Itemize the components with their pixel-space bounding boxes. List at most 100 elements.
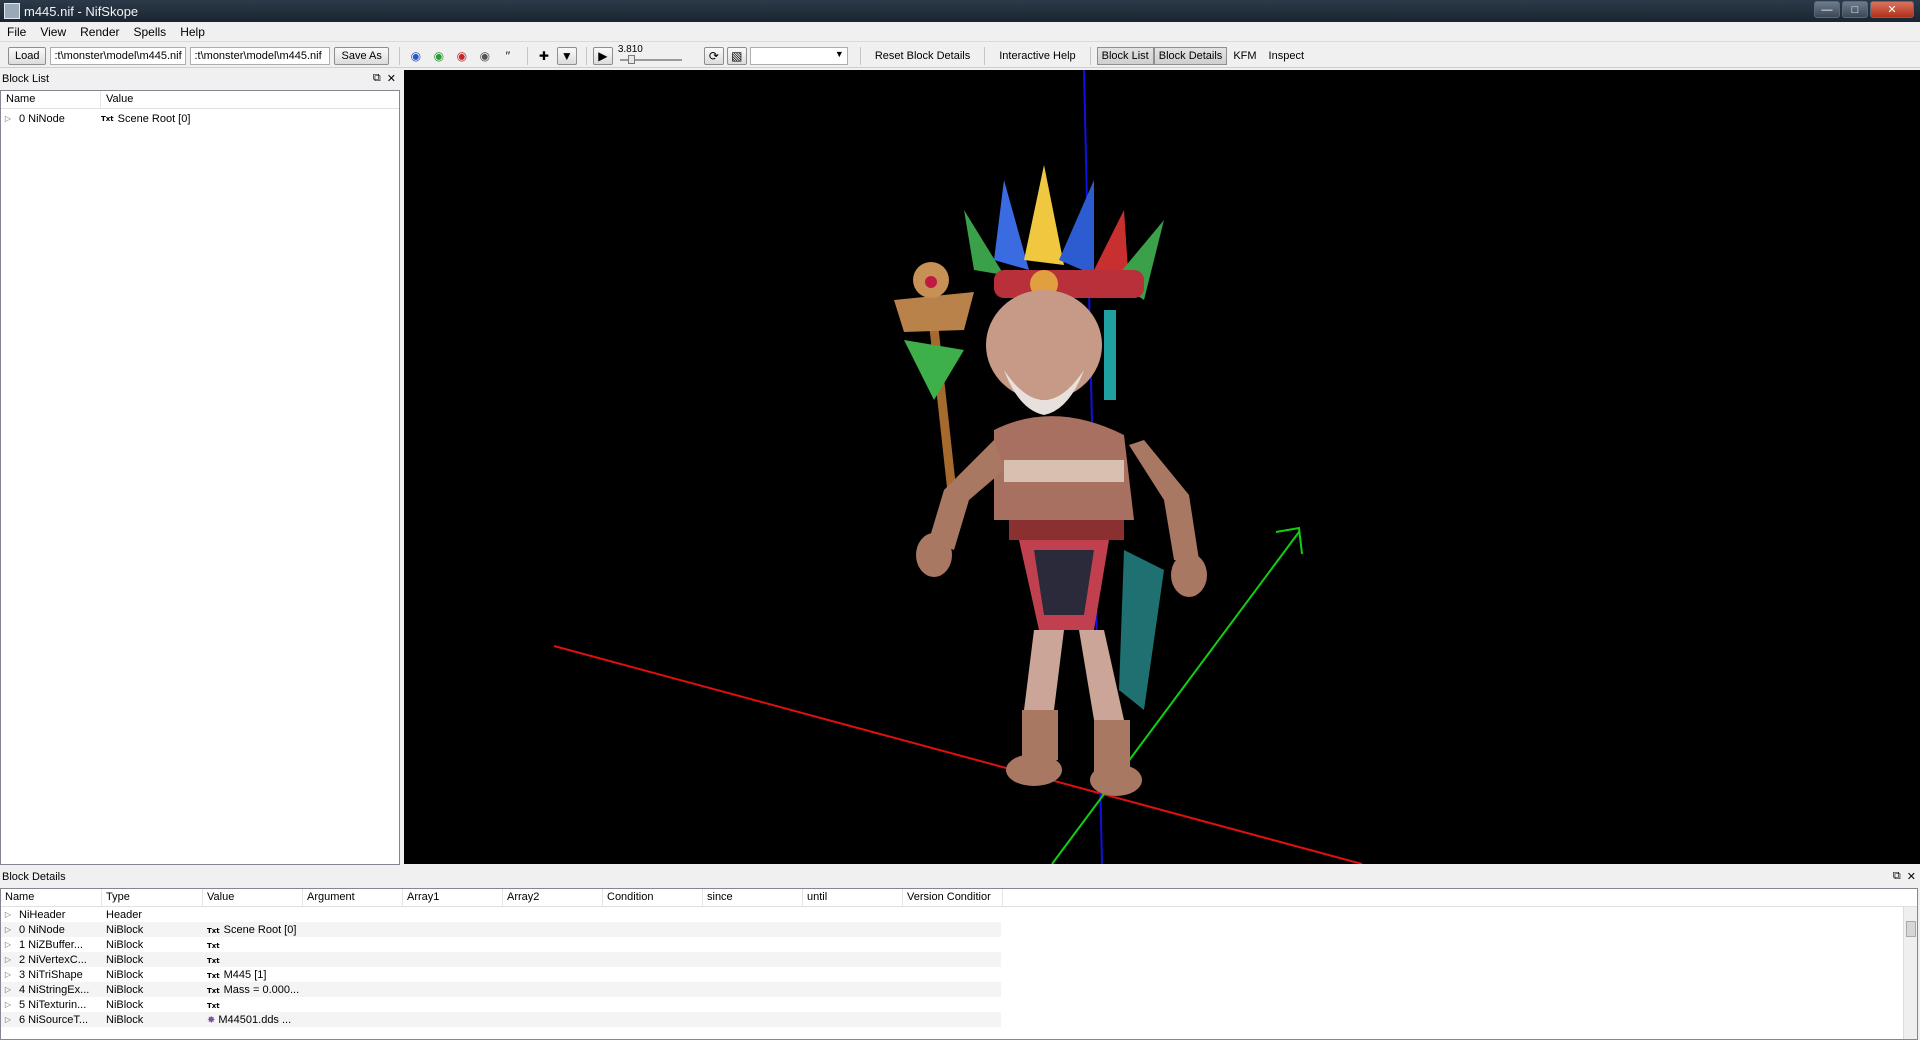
block-list-header: Name Value <box>1 91 399 109</box>
table-row[interactable]: ▷ 6 NiSourceT... NiBlock ✸ M44501.dds ... <box>1 1012 1001 1027</box>
app-icon <box>4 3 20 19</box>
minimize-button[interactable]: — <box>1814 1 1840 18</box>
animation-select[interactable]: ▼ <box>749 46 848 65</box>
block-list-tree[interactable]: Name Value ▷ 0 NiNode Txt Scene Root [0] <box>0 90 400 865</box>
close-icon[interactable]: ✕ <box>387 72 396 85</box>
vertical-scrollbar[interactable] <box>1903 907 1917 1039</box>
menu-file[interactable]: File <box>0 25 33 39</box>
toolbar-separator <box>398 46 400 65</box>
character-model <box>894 165 1207 796</box>
loop-icon[interactable]: ⟳ <box>703 46 724 65</box>
float-icon[interactable]: ⧉ <box>373 72 381 85</box>
block-details-table[interactable]: Name Type Value Argument Array1 Array2 C… <box>0 888 1918 1040</box>
block-details-rows: ▷ NiHeader Header ▷ 0 NiNode NiBlock Txt Scene … <box>1 907 1917 1027</box>
inspect-button[interactable]: Inspect <box>1263 50 1310 62</box>
table-row[interactable]: ▷ NiHeader Header <box>1 907 1001 922</box>
column-header-type[interactable]: Type <box>102 889 203 906</box>
column-header-since[interactable]: since <box>703 889 803 906</box>
txt-icon: Txt <box>207 986 220 995</box>
close-button[interactable]: ✕ <box>1870 1 1914 18</box>
save-as-button[interactable]: Save As <box>334 46 389 65</box>
block-value-cell: Txt <box>203 954 303 966</box>
column-header-array2[interactable]: Array2 <box>503 889 603 906</box>
toolbar: Load Save As ◉ ◉ ◉ ◉ ′′ ✚ ▼ ▶ 3.810 ⟳ ▧ … <box>0 44 1920 68</box>
block-type: NiBlock <box>106 938 144 951</box>
expand-arrow-icon[interactable]: ▷ <box>1 925 15 934</box>
column-header-name[interactable]: Name <box>1 889 102 906</box>
expand-arrow-icon[interactable]: ▷ <box>1 910 15 919</box>
column-header-version-condition[interactable]: Version Conditior <box>903 889 1003 906</box>
texture-icon: ✸ <box>207 1014 216 1026</box>
render-viewport[interactable] <box>404 70 1920 864</box>
maximize-button[interactable]: □ <box>1842 1 1868 18</box>
kfm-button[interactable]: KFM <box>1227 50 1262 62</box>
menu-render[interactable]: Render <box>73 25 126 39</box>
column-header-name[interactable]: Name <box>1 91 101 108</box>
menu-bar: File View Render Spells Help <box>0 22 1920 42</box>
block-details-toggle[interactable]: Block Details <box>1153 46 1228 65</box>
expand-arrow-icon[interactable]: ▷ <box>1 1015 15 1024</box>
save-path-input[interactable] <box>190 46 331 65</box>
block-type: Header <box>106 908 143 921</box>
block-name: 5 NiTexturin... <box>19 998 87 1011</box>
block-value-cell: Txt <box>203 999 303 1011</box>
column-header-argument[interactable]: Argument <box>303 889 403 906</box>
block-value: Scene Root [0] <box>117 112 191 125</box>
column-header-value[interactable]: Value <box>101 91 397 108</box>
x-axis-line <box>553 645 1363 864</box>
window-controls: — □ ✕ <box>1814 1 1914 18</box>
column-header-condition[interactable]: Condition <box>603 889 703 906</box>
expand-arrow-icon[interactable]: ▷ <box>1 114 15 123</box>
axis-move-icon[interactable]: ✚ <box>534 47 554 65</box>
menu-view[interactable]: View <box>33 25 73 39</box>
view-gray-icon[interactable]: ◉ <box>475 47 495 65</box>
reset-block-details-button[interactable]: Reset Block Details <box>867 50 978 62</box>
time-slider[interactable]: 3.810 <box>616 43 686 66</box>
block-type: NiBlock <box>106 998 144 1011</box>
table-row[interactable]: ▷ 3 NiTriShape NiBlock Txt M445 [1] <box>1 967 1001 982</box>
column-header-until[interactable]: until <box>803 889 903 906</box>
view-green-icon[interactable]: ◉ <box>429 47 449 65</box>
table-row[interactable]: ▷ 1 NiZBuffer... NiBlock Txt <box>1 937 1001 952</box>
load-button[interactable]: Load <box>8 46 47 65</box>
expand-arrow-icon[interactable]: ▷ <box>1 940 15 949</box>
expand-arrow-icon[interactable]: ▷ <box>1 1000 15 1009</box>
switch-icon[interactable]: ▧ <box>726 46 747 65</box>
slider-thumb[interactable] <box>627 54 635 64</box>
column-header-value[interactable]: Value <box>203 889 303 906</box>
txt-icon: Txt <box>101 114 114 123</box>
menu-spells[interactable]: Spells <box>127 25 174 39</box>
view-blue-icon[interactable]: ◉ <box>406 47 426 65</box>
block-details-title: Block Details <box>2 871 66 883</box>
play-icon[interactable]: ▶ <box>592 46 613 65</box>
expand-arrow-icon[interactable]: ▷ <box>1 955 15 964</box>
block-value-cell: Txt <box>203 939 303 951</box>
txt-icon: Txt <box>207 971 220 980</box>
walk-icon[interactable]: ′′ <box>498 47 518 65</box>
window-title: m445.nif - NifSkope <box>24 3 139 19</box>
block-value: M445 [1] <box>223 968 267 981</box>
block-type: NiBlock <box>106 983 144 996</box>
column-header-array1[interactable]: Array1 <box>403 889 503 906</box>
toolbar-separator <box>859 46 861 65</box>
float-icon[interactable]: ⧉ <box>1893 870 1901 883</box>
close-icon[interactable]: ✕ <box>1907 870 1916 883</box>
expand-arrow-icon[interactable]: ▷ <box>1 970 15 979</box>
table-row[interactable]: ▷ 4 NiStringEx... NiBlock Txt Mass = 0.000..… <box>1 982 1001 997</box>
time-value: 3.810 <box>617 43 643 55</box>
load-path-input[interactable] <box>50 46 187 65</box>
interactive-help-button[interactable]: Interactive Help <box>991 50 1083 62</box>
view-red-icon[interactable]: ◉ <box>452 47 472 65</box>
table-row[interactable]: ▷ 5 NiTexturin... NiBlock Txt <box>1 997 1001 1012</box>
block-list-toggle[interactable]: Block List <box>1096 46 1154 65</box>
block-type: NiBlock <box>106 923 144 936</box>
table-row[interactable]: ▷ 0 NiNode NiBlock Txt Scene Root [0] <box>1 922 1001 937</box>
view-dropdown-icon[interactable]: ▼ <box>556 46 577 65</box>
menu-help[interactable]: Help <box>173 25 212 39</box>
table-row[interactable]: ▷ 2 NiVertexC... NiBlock Txt <box>1 952 1001 967</box>
txt-icon: Txt <box>207 926 220 935</box>
scrollbar-thumb[interactable] <box>1906 921 1916 937</box>
expand-arrow-icon[interactable]: ▷ <box>1 985 15 994</box>
tree-row[interactable]: ▷ 0 NiNode Txt Scene Root [0] <box>1 111 399 126</box>
toolbar-separator <box>585 46 587 65</box>
